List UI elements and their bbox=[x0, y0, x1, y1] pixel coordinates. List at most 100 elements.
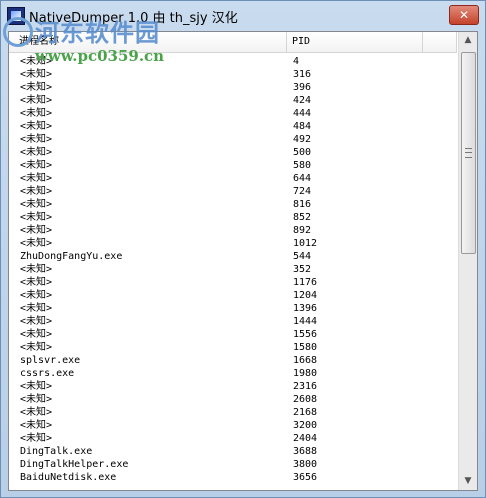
scroll-thumb[interactable] bbox=[461, 52, 476, 254]
process-name-cell: <未知> bbox=[20, 199, 53, 210]
table-row[interactable]: ZhuDongFangYu.exe 544 bbox=[9, 250, 457, 263]
process-name-cell: <未知> bbox=[20, 407, 53, 418]
process-name-cell: <未知> bbox=[20, 303, 53, 314]
table-row[interactable]: BaiduNetdisk.exe 3656 bbox=[9, 471, 457, 484]
vertical-scrollbar[interactable]: ▲ ▼ bbox=[458, 32, 477, 490]
process-name-cell: <未知> bbox=[20, 329, 53, 340]
column-header-pid[interactable]: PID bbox=[287, 32, 423, 52]
table-row[interactable]: <未知> 2404 bbox=[9, 432, 457, 445]
pid-cell: 1980 bbox=[293, 368, 318, 379]
pid-cell: 316 bbox=[293, 69, 312, 80]
table-row[interactable]: <未知> 316 bbox=[9, 68, 457, 81]
list-rows: <未知> 4 <未知> 316 <未知> 396 <未知> 424 <未知> 444 <未知> 484… bbox=[9, 55, 457, 484]
pid-cell: 1444 bbox=[293, 316, 318, 327]
table-row[interactable]: <未知> 492 bbox=[9, 133, 457, 146]
pid-cell: 3688 bbox=[293, 446, 318, 457]
pid-cell: 2404 bbox=[293, 433, 318, 444]
pid-cell: 852 bbox=[293, 212, 312, 223]
process-name-cell: DingTalk.exe bbox=[20, 446, 93, 457]
table-row[interactable]: <未知> 1204 bbox=[9, 289, 457, 302]
pid-cell: 352 bbox=[293, 264, 312, 275]
table-row[interactable]: <未知> 484 bbox=[9, 120, 457, 133]
table-row[interactable]: <未知> 852 bbox=[9, 211, 457, 224]
scroll-up-arrow-icon[interactable]: ▲ bbox=[459, 32, 477, 49]
pid-cell: 3200 bbox=[293, 420, 318, 431]
process-name-cell: <未知> bbox=[20, 381, 53, 392]
table-row[interactable]: <未知> 1176 bbox=[9, 276, 457, 289]
pid-cell: 892 bbox=[293, 225, 312, 236]
table-row[interactable]: <未知> 3200 bbox=[9, 419, 457, 432]
pid-cell: 396 bbox=[293, 82, 312, 93]
process-list[interactable]: 进程名称 PID <未知> 4 <未知> 316 <未知> 396 <未知> 424 <未知> 4… bbox=[8, 31, 478, 491]
table-row[interactable]: DingTalkHelper.exe 3800 bbox=[9, 458, 457, 471]
table-row[interactable]: <未知> 396 bbox=[9, 81, 457, 94]
table-row[interactable]: <未知> 816 bbox=[9, 198, 457, 211]
pid-cell: 3656 bbox=[293, 472, 318, 483]
pid-cell: 2316 bbox=[293, 381, 318, 392]
process-name-cell: BaiduNetdisk.exe bbox=[20, 472, 117, 483]
table-row[interactable]: <未知> 1556 bbox=[9, 328, 457, 341]
process-name-cell: <未知> bbox=[20, 394, 53, 405]
pid-cell: 1396 bbox=[293, 303, 318, 314]
pid-cell: 1176 bbox=[293, 277, 318, 288]
title-bar[interactable]: NativeDumper 1.0 由 th_sjy 汉化 ✕ bbox=[1, 1, 485, 31]
pid-cell: 2168 bbox=[293, 407, 318, 418]
pid-cell: 724 bbox=[293, 186, 312, 197]
table-row[interactable]: <未知> 892 bbox=[9, 224, 457, 237]
column-header-process-name[interactable]: 进程名称 bbox=[9, 32, 287, 52]
table-row[interactable]: <未知> 424 bbox=[9, 94, 457, 107]
table-row[interactable]: <未知> 1012 bbox=[9, 237, 457, 250]
pid-cell: 444 bbox=[293, 108, 312, 119]
list-header: 进程名称 PID bbox=[9, 32, 457, 53]
pid-cell: 1012 bbox=[293, 238, 318, 249]
table-row[interactable]: <未知> 1396 bbox=[9, 302, 457, 315]
process-name-cell: <未知> bbox=[20, 342, 53, 353]
grip-icon bbox=[465, 148, 472, 158]
pid-cell: 580 bbox=[293, 160, 312, 171]
process-name-cell: <未知> bbox=[20, 433, 53, 444]
close-button[interactable]: ✕ bbox=[449, 5, 479, 25]
pid-cell: 1556 bbox=[293, 329, 318, 340]
table-row[interactable]: <未知> 644 bbox=[9, 172, 457, 185]
pid-cell: 644 bbox=[293, 173, 312, 184]
table-row[interactable]: cssrs.exe 1980 bbox=[9, 367, 457, 380]
process-name-cell: <未知> bbox=[20, 186, 53, 197]
process-name-cell: <未知> bbox=[20, 160, 53, 171]
column-header-empty[interactable] bbox=[423, 32, 457, 52]
table-row[interactable]: <未知> 444 bbox=[9, 107, 457, 120]
pid-cell: 544 bbox=[293, 251, 312, 262]
app-icon bbox=[7, 7, 25, 25]
table-row[interactable]: <未知> 4 bbox=[9, 55, 457, 68]
process-name-cell: <未知> bbox=[20, 264, 53, 275]
table-row[interactable]: splsvr.exe 1668 bbox=[9, 354, 457, 367]
pid-cell: 484 bbox=[293, 121, 312, 132]
table-row[interactable]: <未知> 1444 bbox=[9, 315, 457, 328]
table-row[interactable]: <未知> 1580 bbox=[9, 341, 457, 354]
table-row[interactable]: <未知> 580 bbox=[9, 159, 457, 172]
process-name-cell: <未知> bbox=[20, 134, 53, 145]
pid-cell: 500 bbox=[293, 147, 312, 158]
process-name-cell: <未知> bbox=[20, 121, 53, 132]
process-name-cell: splsvr.exe bbox=[20, 355, 81, 366]
process-name-cell: <未知> bbox=[20, 95, 53, 106]
table-row[interactable]: <未知> 2608 bbox=[9, 393, 457, 406]
process-name-cell: ZhuDongFangYu.exe bbox=[20, 251, 123, 262]
process-name-cell: <未知> bbox=[20, 277, 53, 288]
table-row[interactable]: <未知> 724 bbox=[9, 185, 457, 198]
table-row[interactable]: DingTalk.exe 3688 bbox=[9, 445, 457, 458]
process-name-cell: <未知> bbox=[20, 225, 53, 236]
pid-cell: 2608 bbox=[293, 394, 318, 405]
process-name-cell: <未知> bbox=[20, 82, 53, 93]
table-row[interactable]: <未知> 352 bbox=[9, 263, 457, 276]
process-name-cell: <未知> bbox=[20, 238, 53, 249]
table-row[interactable]: <未知> 2316 bbox=[9, 380, 457, 393]
pid-cell: 1580 bbox=[293, 342, 318, 353]
process-name-cell: <未知> bbox=[20, 56, 53, 67]
window-title: NativeDumper 1.0 由 th_sjy 汉化 bbox=[29, 11, 238, 26]
process-name-cell: <未知> bbox=[20, 147, 53, 158]
scroll-down-arrow-icon[interactable]: ▼ bbox=[459, 473, 477, 490]
table-row[interactable]: <未知> 500 bbox=[9, 146, 457, 159]
pid-cell: 4 bbox=[293, 56, 300, 67]
process-name-cell: <未知> bbox=[20, 108, 53, 119]
table-row[interactable]: <未知> 2168 bbox=[9, 406, 457, 419]
